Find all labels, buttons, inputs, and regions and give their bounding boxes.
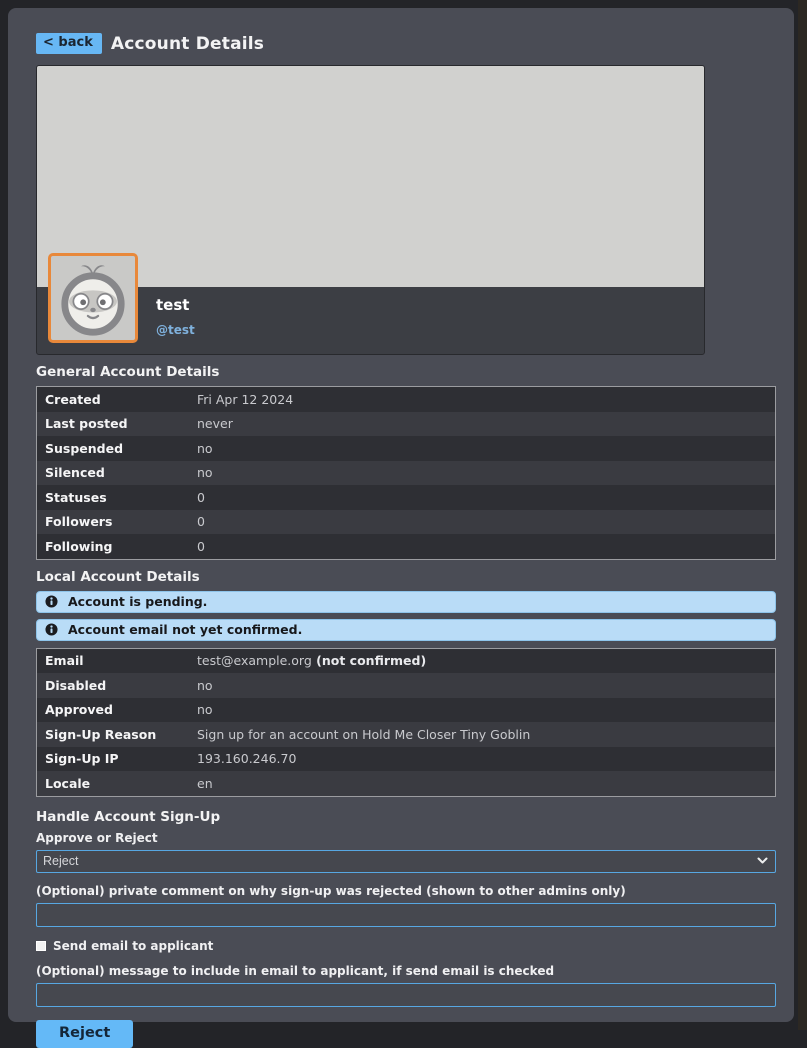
row-value: 0 <box>189 486 213 509</box>
row-label: Followers <box>37 510 189 533</box>
account-details-panel: < back Account Details <box>8 8 794 1022</box>
row-value: Fri Apr 12 2024 <box>189 388 301 411</box>
info-icon <box>45 623 58 636</box>
row-value: never <box>189 412 241 435</box>
display-name: test <box>156 296 195 314</box>
row-label: Suspended <box>37 437 189 460</box>
approve-reject-select-wrap: Reject <box>36 850 776 873</box>
sloth-mascot-icon <box>52 257 134 339</box>
table-row: Silencedno <box>37 461 775 486</box>
private-comment-label: (Optional) private comment on why sign-u… <box>36 884 776 898</box>
handle-signup-heading: Handle Account Sign-Up <box>36 809 776 825</box>
row-label: Approved <box>37 698 189 721</box>
table-row: Last postednever <box>37 412 775 437</box>
info-icon <box>45 595 58 608</box>
profile-card-footer: test @test <box>37 287 704 354</box>
local-details-heading: Local Account Details <box>36 569 776 585</box>
table-row: CreatedFri Apr 12 2024 <box>37 387 775 412</box>
local-account-table: Emailtest@example.org (not confirmed)Dis… <box>36 648 776 797</box>
approve-reject-select[interactable]: Reject <box>36 850 776 873</box>
private-comment-input[interactable] <box>36 903 776 927</box>
table-row: Statuses0 <box>37 485 775 510</box>
profile-card: test @test <box>36 65 705 355</box>
row-label: Statuses <box>37 486 189 509</box>
row-label: Created <box>37 388 189 411</box>
scrollbar-track[interactable] <box>798 0 807 1030</box>
row-label: Last posted <box>37 412 189 435</box>
email-message-label: (Optional) message to include in email t… <box>36 964 776 978</box>
notice-text: Account is pending. <box>68 594 207 609</box>
row-value: test@example.org (not confirmed) <box>189 649 434 672</box>
table-row: Sign-Up IP193.160.246.70 <box>37 747 775 772</box>
profile-header-image <box>37 66 704 287</box>
row-value: Sign up for an account on Hold Me Closer… <box>189 723 538 746</box>
reject-submit-button[interactable]: Reject <box>36 1020 133 1048</box>
row-label: Sign-Up Reason <box>37 723 189 746</box>
page-title: Account Details <box>111 34 264 54</box>
notice-text: Account email not yet confirmed. <box>68 622 302 637</box>
row-label: Silenced <box>37 461 189 484</box>
row-value: en <box>189 772 221 795</box>
row-value: no <box>189 461 221 484</box>
table-row: Followers0 <box>37 510 775 535</box>
info-notice: Account email not yet confirmed. <box>36 619 776 641</box>
approve-reject-label: Approve or Reject <box>36 831 776 845</box>
row-value: 0 <box>189 510 213 533</box>
back-button[interactable]: < back <box>36 33 102 54</box>
row-label: Disabled <box>37 674 189 697</box>
general-details-heading: General Account Details <box>36 364 776 380</box>
row-value: 193.160.246.70 <box>189 747 304 770</box>
info-notice: Account is pending. <box>36 591 776 613</box>
table-row: Emailtest@example.org (not confirmed) <box>37 649 775 674</box>
table-row: Approvedno <box>37 698 775 723</box>
table-row: Localeen <box>37 771 775 796</box>
table-row: Suspendedno <box>37 436 775 461</box>
email-message-input[interactable] <box>36 983 776 1007</box>
page-header: < back Account Details <box>36 33 776 54</box>
row-label: Email <box>37 649 189 672</box>
general-account-table: CreatedFri Apr 12 2024Last postedneverSu… <box>36 386 776 560</box>
row-value: 0 <box>189 535 213 558</box>
row-label: Locale <box>37 772 189 795</box>
avatar <box>48 253 138 343</box>
row-value: no <box>189 674 221 697</box>
send-email-checkbox[interactable] <box>36 941 46 951</box>
row-value: no <box>189 698 221 721</box>
table-row: Disabledno <box>37 673 775 698</box>
row-label: Following <box>37 535 189 558</box>
send-email-row: Send email to applicant <box>36 939 776 953</box>
row-label: Sign-Up IP <box>37 747 189 770</box>
account-notices: Account is pending. Account email not yet… <box>36 591 776 641</box>
table-row: Following0 <box>37 534 775 559</box>
send-email-label[interactable]: Send email to applicant <box>53 939 213 953</box>
table-row: Sign-Up ReasonSign up for an account on … <box>37 722 775 747</box>
profile-names: test @test <box>156 296 195 337</box>
row-value: no <box>189 437 221 460</box>
account-handle[interactable]: @test <box>156 323 195 337</box>
